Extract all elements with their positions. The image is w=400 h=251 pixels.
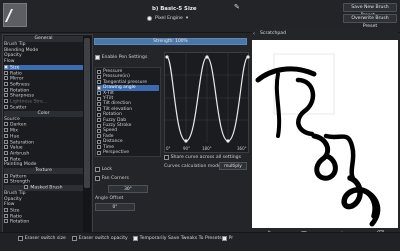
size-checkbox[interactable] [4,64,8,69]
curve-graph[interactable] [165,53,250,154]
share-curve-checkbox[interactable] [164,155,169,160]
sensor-list: Pressure Pressure(in) Tangential pressur… [95,67,161,157]
eraser-size-option[interactable]: Eraser switch size [18,236,66,241]
sensor-checkbox[interactable] [97,75,101,80]
option-settings-panel: Strength: 100% Enable Pen Settings Press… [94,34,250,239]
mix-checkbox[interactable] [4,128,8,133]
curve-label-90: 90° [183,146,191,151]
section-general[interactable]: General [4,36,83,42]
share-curve-option[interactable]: Share curve across all settings [164,155,241,160]
sensor-checkbox[interactable] [97,134,101,139]
sensor-checkbox[interactable] [97,145,101,150]
lock-checkbox[interactable] [95,167,100,172]
preset-header: b) Basic-5 Size ✎ Pixel Engine ▾ Save Ne… [0,0,400,33]
options-scrollbar-thumb[interactable] [84,38,90,188]
overwrite-preset-button[interactable]: Overwrite Brush Preset [343,14,397,29]
chevron-down-icon: ▾ [185,15,189,21]
angle-offset-input[interactable]: 0° [95,203,135,211]
scratchpad-canvas[interactable] [252,40,398,228]
preset-name[interactable]: b) Basic-5 Size [152,6,197,12]
temp-save-option[interactable]: Temporarily Save Tweaks To Presets [133,236,222,241]
softness-checkbox[interactable] [4,81,8,86]
pattern-checkbox[interactable] [4,173,8,178]
fan-corners-option[interactable]: Fan Corners [95,176,129,181]
texture-strength-checkbox[interactable] [4,179,8,184]
sensor-checkbox[interactable] [97,102,101,107]
temp-save-checkbox[interactable] [133,236,138,241]
scratchpad-strokes [255,53,381,227]
curves-calc-select[interactable]: multiply [219,162,247,170]
instant-preview-option[interactable]: Pr [222,236,233,241]
darken-checkbox[interactable] [4,122,8,127]
eraser-opacity-option[interactable]: Eraser switch opacity [72,236,128,241]
option-masked-rotation[interactable]: Rotation [4,219,29,225]
sensor-checkbox[interactable] [97,118,101,123]
engine-icon [147,15,152,21]
curve-label-max: 360° [237,146,247,151]
hue-checkbox[interactable] [4,133,8,138]
enable-pen-checkbox[interactable] [95,55,100,60]
masked-size-checkbox[interactable] [4,207,8,212]
engine-selector[interactable]: Pixel Engine ▾ [147,14,188,22]
sharpness-checkbox[interactable] [4,93,8,98]
curve-editor[interactable]: 0° 90° 180° 360° [164,52,250,154]
sensor-checkbox[interactable] [97,112,101,117]
lock-option[interactable]: Lock [95,167,112,172]
sensor-checkbox[interactable] [97,129,101,134]
masked-rotation-checkbox[interactable] [4,219,8,224]
ratio-checkbox[interactable] [4,70,8,75]
engine-label: Pixel Engine [155,15,183,21]
value-checkbox[interactable] [4,145,8,150]
masked-brush-checkbox[interactable] [24,185,29,190]
sensor-perspective[interactable]: Perspective [97,150,129,155]
masked-ratio-checkbox[interactable] [4,213,8,218]
eraser-size-checkbox[interactable] [18,236,23,241]
sensor-checkbox[interactable] [97,139,101,144]
preset-thumbnail[interactable] [3,3,28,27]
sensor-checkbox[interactable] [97,150,101,155]
lightness-checkbox[interactable] [4,99,8,103]
collapse-arrow-icon[interactable]: ‹ [253,31,255,37]
sensor-checkbox[interactable] [97,96,101,101]
sensor-checkbox[interactable] [97,123,101,128]
sensor-checkbox[interactable] [97,69,101,74]
sensor-checkbox[interactable] [97,91,101,96]
footer-bar: Eraser switch size Eraser switch opacity… [0,232,400,251]
brush-editor-window: b) Basic-5 Size ✎ Pixel Engine ▾ Save Ne… [0,0,400,251]
eraser-opacity-checkbox[interactable] [72,236,77,241]
sensor-checkbox[interactable] [97,80,101,85]
rotation-checkbox[interactable] [4,87,8,92]
edit-pencil-icon[interactable]: ✎ [234,3,242,11]
enable-pen-settings[interactable]: Enable Pen Settings [95,55,147,60]
brush-options-list: General Brush Tip Blending Mode Opacity … [2,34,93,239]
sensor-checkbox[interactable] [97,85,101,90]
mirror-checkbox[interactable] [4,76,8,81]
strength-slider[interactable]: Strength: 100% [94,38,247,45]
scratchpad-panel: ‹ Scratchpad ✎ ▥ ◭ ⌫ [252,30,398,239]
fan-corners-checkbox[interactable] [95,176,100,181]
rate-checkbox[interactable] [4,156,8,161]
fan-angle-input[interactable]: 30° [108,185,148,193]
curve-label-180: 180° [202,146,212,151]
airbrush-checkbox[interactable] [4,150,8,155]
curve-label-min: 0° [166,146,171,151]
scratchpad-title: Scratchpad [260,31,287,36]
instant-preview-checkbox[interactable] [222,236,227,241]
angle-offset-label: Angle Offset [95,196,124,201]
curves-calc-label: Curves calculation mode: [164,164,223,169]
option-scatter[interactable]: Scatter [4,104,27,111]
scatter-checkbox[interactable] [4,104,8,109]
save-new-preset-button[interactable]: Save New Brush Preset... [343,3,397,18]
sensor-checkbox[interactable] [97,107,101,112]
saturation-checkbox[interactable] [4,139,8,144]
